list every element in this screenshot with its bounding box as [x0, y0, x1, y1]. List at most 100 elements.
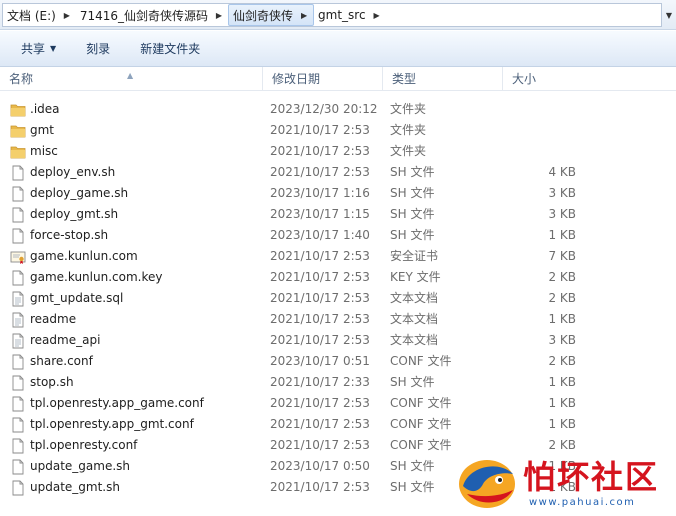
file-date: 2023/10/17 0:50: [270, 459, 370, 473]
file-row[interactable]: readme 2021/10/17 2:53 文本文档 1 KB: [0, 309, 676, 330]
file-type: SH 文件: [390, 480, 435, 494]
file-type: SH 文件: [390, 375, 435, 389]
file-row[interactable]: gmt_update.sql 2021/10/17 2:53 文本文档 2 KB: [0, 288, 676, 309]
file-icon: [10, 270, 26, 286]
file-row[interactable]: stop.sh 2021/10/17 2:33 SH 文件 1 KB: [0, 372, 676, 393]
file-type: SH 文件: [390, 459, 435, 473]
column-header-label: 大小: [512, 72, 537, 86]
breadcrumb-label: 71416_仙剑奇侠传源码: [79, 8, 208, 23]
column-header-label: 名称: [9, 72, 34, 86]
breadcrumb-item-drive[interactable]: 文档 (E:) ▶: [3, 4, 76, 26]
burn-button[interactable]: 刻录: [77, 36, 119, 61]
file-name: game.kunlun.com: [30, 249, 138, 263]
file-name: readme: [30, 312, 77, 326]
file-type: 文本文档: [390, 312, 439, 326]
chevron-right-icon[interactable]: ▶: [370, 4, 384, 26]
watermark-logo: 怕坏社区 www.pahuai.com: [455, 450, 671, 514]
file-type: SH 文件: [390, 228, 435, 242]
file-size: 2 KB: [548, 354, 576, 368]
file-name: deploy_env.sh: [30, 165, 116, 179]
burn-label: 刻录: [86, 42, 111, 56]
file-row[interactable]: tpl.openresty.app_game.conf 2021/10/17 2:…: [0, 393, 676, 414]
file-row[interactable]: misc 2021/10/17 2:53 文件夹: [0, 141, 676, 162]
column-header-date[interactable]: 修改日期: [263, 67, 383, 91]
file-list: .idea 2023/12/30 20:12 文件夹 gmt 2021/10/17 2:…: [0, 99, 676, 498]
file-date: 2021/10/17 2:53: [270, 312, 370, 326]
file-name: tpl.openresty.app_game.conf: [30, 396, 204, 410]
file-name: misc: [30, 144, 58, 158]
file-size: 1 KB: [548, 375, 576, 389]
file-size: 3 KB: [548, 207, 576, 221]
file-row[interactable]: deploy_gmt.sh 2023/10/17 1:15 SH 文件 3 KB: [0, 204, 676, 225]
file-row[interactable]: game.kunlun.com 2021/10/17 2:53 安全证书 7 KB: [0, 246, 676, 267]
file-date: 2021/10/17 2:33: [270, 375, 370, 389]
file-row[interactable]: share.conf 2023/10/17 0:51 CONF 文件 2 KB: [0, 351, 676, 372]
file-size: 2 KB: [548, 270, 576, 284]
file-type: CONF 文件: [390, 438, 452, 452]
share-label: 共享: [21, 42, 46, 56]
breadcrumb-label: gmt_src: [318, 8, 366, 22]
share-button[interactable]: 共享 ▼: [12, 36, 65, 61]
file-row[interactable]: tpl.openresty.app_gmt.conf 2021/10/17 2:5…: [0, 414, 676, 435]
chevron-right-icon[interactable]: ▶: [212, 4, 226, 26]
file-row[interactable]: deploy_env.sh 2021/10/17 2:53 SH 文件 4 KB: [0, 162, 676, 183]
file-date: 2021/10/17 2:53: [270, 396, 370, 410]
new-folder-label: 新建文件夹: [140, 42, 201, 56]
breadcrumb[interactable]: 文档 (E:) ▶ 71416_仙剑奇侠传源码 ▶ 仙剑奇侠传 ▶ gmt_sr…: [2, 3, 662, 27]
file-type: SH 文件: [390, 207, 435, 221]
file-name: .idea: [30, 102, 60, 116]
breadcrumb-item-project[interactable]: 仙剑奇侠传 ▶: [228, 4, 315, 26]
file-size: 1 KB: [548, 417, 576, 431]
chevron-right-icon[interactable]: ▶: [297, 4, 311, 26]
sort-ascending-icon: ▲: [127, 71, 134, 80]
file-type: KEY 文件: [390, 270, 441, 284]
file-name: tpl.openresty.app_gmt.conf: [30, 417, 194, 431]
breadcrumb-item-current[interactable]: gmt_src ▶: [314, 4, 386, 26]
file-size: 1 KB: [548, 228, 576, 242]
file-date: 2023/10/17 1:15: [270, 207, 370, 221]
file-icon: [10, 354, 26, 370]
column-header-size[interactable]: 大小: [503, 67, 583, 91]
file-icon: [10, 438, 26, 454]
file-row[interactable]: deploy_game.sh 2023/10/17 1:16 SH 文件 3 KB: [0, 183, 676, 204]
watermark-text: 怕坏社区: [523, 458, 660, 496]
column-header-label: 修改日期: [272, 72, 321, 86]
fish-logo-icon: [459, 460, 515, 508]
file-row[interactable]: gmt 2021/10/17 2:53 文件夹: [0, 120, 676, 141]
chevron-right-icon[interactable]: ▶: [60, 4, 74, 26]
file-type: 文本文档: [390, 333, 439, 347]
file-name: readme_api: [30, 333, 101, 347]
file-date: 2021/10/17 2:53: [270, 249, 370, 263]
file-type: SH 文件: [390, 165, 435, 179]
file-row[interactable]: game.kunlun.com.key 2021/10/17 2:53 KEY 文件…: [0, 267, 676, 288]
file-icon: [10, 480, 26, 496]
file-row[interactable]: readme_api 2021/10/17 2:53 文本文档 3 KB: [0, 330, 676, 351]
command-bar: 共享 ▼ 刻录 新建文件夹: [0, 31, 676, 67]
file-size: 3 KB: [548, 333, 576, 347]
column-header-name[interactable]: ▲ 名称: [0, 67, 263, 91]
file-type: SH 文件: [390, 186, 435, 200]
file-date: 2021/10/17 2:53: [270, 417, 370, 431]
file-icon: [10, 375, 26, 391]
breadcrumb-item-source[interactable]: 71416_仙剑奇侠传源码 ▶: [76, 4, 228, 26]
new-folder-button[interactable]: 新建文件夹: [131, 36, 209, 61]
file-name: update_game.sh: [30, 459, 130, 473]
file-row[interactable]: .idea 2023/12/30 20:12 文件夹: [0, 99, 676, 120]
file-type: 安全证书: [390, 249, 439, 263]
file-name: gmt_update.sql: [30, 291, 124, 305]
chevron-down-icon[interactable]: ▼: [662, 6, 676, 24]
file-type: CONF 文件: [390, 354, 452, 368]
file-date: 2021/10/17 2:53: [270, 123, 370, 137]
file-name: game.kunlun.com.key: [30, 270, 163, 284]
column-header-type[interactable]: 类型: [383, 67, 503, 91]
file-date: 2021/10/17 2:53: [270, 270, 370, 284]
file-name: gmt: [30, 123, 55, 137]
file-type: 文本文档: [390, 291, 439, 305]
file-date: 2021/10/17 2:53: [270, 438, 370, 452]
file-icon: [10, 396, 26, 412]
file-type: 文件夹: [390, 102, 427, 116]
file-name: force-stop.sh: [30, 228, 109, 242]
file-row[interactable]: force-stop.sh 2023/10/17 1:40 SH 文件 1 KB: [0, 225, 676, 246]
file-size: 1 KB: [548, 396, 576, 410]
file-date: 2023/12/30 20:12: [270, 102, 378, 116]
